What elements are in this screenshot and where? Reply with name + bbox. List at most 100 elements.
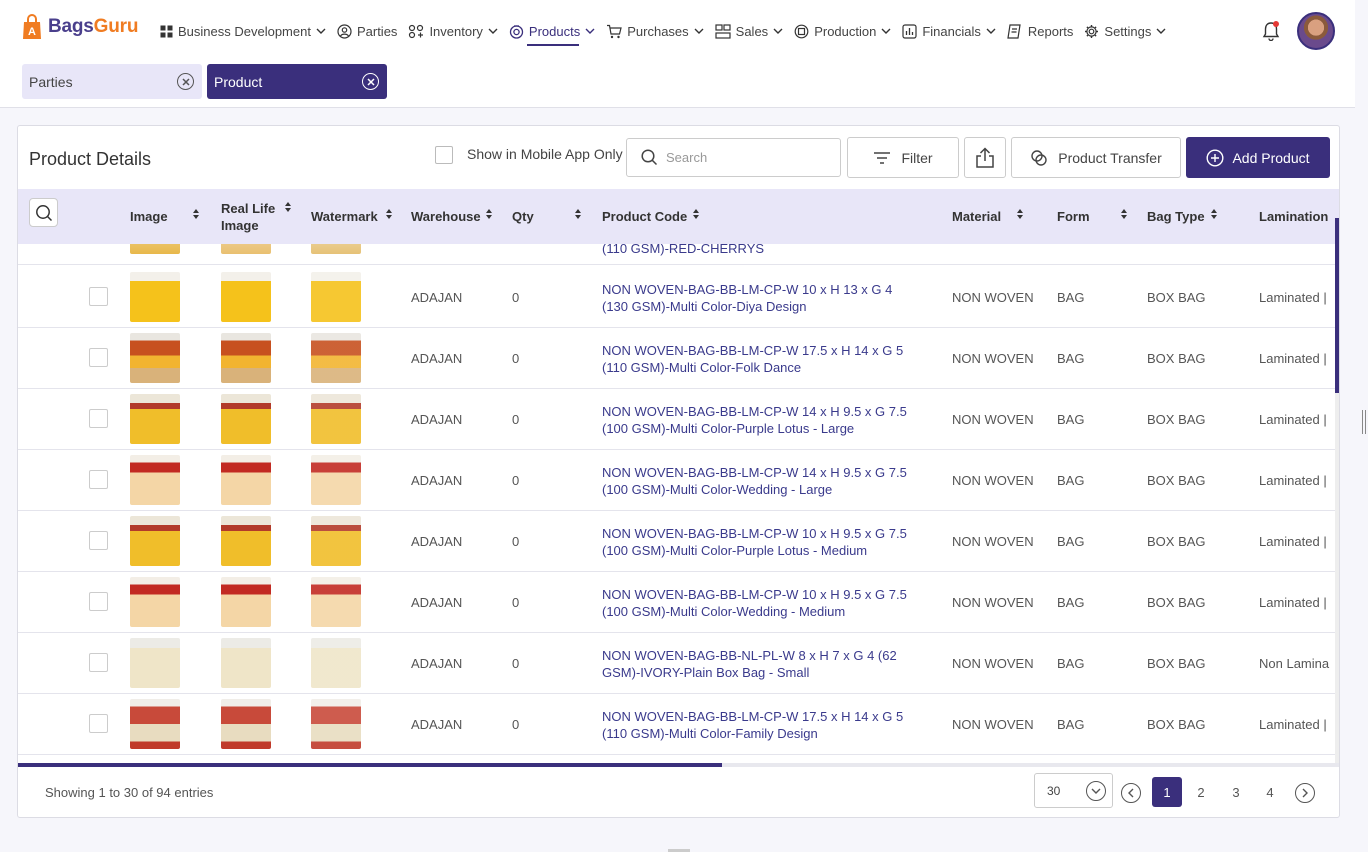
- column-header-image[interactable]: Image: [130, 189, 199, 244]
- column-header-product-code[interactable]: Product Code: [602, 189, 699, 244]
- watermark-image[interactable]: [311, 638, 361, 688]
- user-avatar[interactable]: [1297, 12, 1335, 50]
- row-checkbox[interactable]: [89, 287, 108, 306]
- watermark-image[interactable]: [311, 455, 361, 505]
- product-image[interactable]: [130, 638, 180, 688]
- page-button-2[interactable]: 2: [1186, 777, 1216, 807]
- product-image[interactable]: [130, 272, 180, 322]
- product-image[interactable]: [130, 516, 180, 566]
- column-search-button[interactable]: [29, 198, 58, 227]
- product-code[interactable]: (110 GSM)-RED-CHERRYS: [602, 244, 932, 257]
- table-row[interactable]: ADAJAN 0 NON WOVEN-BAG-BB-LM-CP-W 17.5 x H…: [18, 328, 1335, 389]
- real-life-image[interactable]: [221, 244, 271, 254]
- nav-item-parties[interactable]: Parties: [337, 20, 397, 42]
- product-code-link[interactable]: NON WOVEN-BAG-BB-LM-CP-W 17.5 x H 14 x G…: [602, 342, 932, 376]
- tab-product[interactable]: Product: [207, 64, 387, 99]
- sort-icon[interactable]: [693, 209, 699, 219]
- nav-item-settings[interactable]: Settings: [1084, 20, 1166, 42]
- nav-item-sales[interactable]: Sales: [715, 20, 784, 42]
- watermark-image[interactable]: [311, 516, 361, 566]
- vertical-scrollbar[interactable]: [1335, 218, 1339, 763]
- nav-item-business-development[interactable]: Business Development: [160, 20, 326, 42]
- next-page-button[interactable]: [1295, 783, 1315, 803]
- product-code-link[interactable]: NON WOVEN-BAG-BB-LM-CP-W 14 x H 9.5 x G …: [602, 464, 932, 498]
- product-code-link[interactable]: NON WOVEN-BAG-BB-LM-CP-W 10 x H 9.5 x G …: [602, 586, 932, 620]
- nav-item-production[interactable]: Production: [794, 20, 891, 42]
- watermark-image[interactable]: [311, 699, 361, 749]
- tab-parties[interactable]: Parties: [22, 64, 202, 99]
- real-life-image[interactable]: [221, 577, 271, 627]
- page-button-3[interactable]: 3: [1221, 777, 1251, 807]
- sort-icon[interactable]: [486, 209, 492, 219]
- column-header-real-life-image[interactable]: Real Life Image: [221, 189, 291, 244]
- scrollbar-thumb[interactable]: [1335, 218, 1339, 393]
- real-life-image[interactable]: [221, 638, 271, 688]
- sort-icon[interactable]: [575, 209, 581, 219]
- table-row[interactable]: ADAJAN 0 NON WOVEN-BAG-BB-LM-CP-W 10 x H 1…: [18, 267, 1335, 328]
- product-transfer-button[interactable]: Product Transfer: [1011, 137, 1181, 178]
- product-image[interactable]: [130, 455, 180, 505]
- row-checkbox[interactable]: [89, 409, 108, 428]
- watermark-image[interactable]: [311, 272, 361, 322]
- product-code-link[interactable]: NON WOVEN-BAG-BB-LM-CP-W 10 x H 13 x G 4…: [602, 281, 932, 315]
- page-button-4[interactable]: 4: [1255, 777, 1285, 807]
- column-header-bag-type[interactable]: Bag Type: [1147, 189, 1217, 244]
- column-header-qty[interactable]: Qty: [512, 189, 581, 244]
- product-code-link[interactable]: NON WOVEN-BAG-BB-LM-CP-W 17.5 x H 14 x G…: [602, 708, 932, 742]
- nav-item-inventory[interactable]: Inventory: [408, 20, 498, 42]
- add-product-button[interactable]: Add Product: [1186, 137, 1330, 178]
- column-header-material[interactable]: Material: [952, 189, 1023, 244]
- sort-icon[interactable]: [193, 209, 199, 219]
- product-code-link[interactable]: NON WOVEN-BAG-BB-LM-CP-W 14 x H 9.5 x G …: [602, 403, 932, 437]
- row-checkbox[interactable]: [89, 592, 108, 611]
- export-button[interactable]: [964, 137, 1006, 178]
- per-page-select[interactable]: 30: [1034, 773, 1113, 808]
- column-header-lamination[interactable]: Lamination: [1259, 189, 1328, 244]
- watermark-image[interactable]: [311, 244, 361, 254]
- real-life-image[interactable]: [221, 699, 271, 749]
- product-image[interactable]: [130, 577, 180, 627]
- row-checkbox[interactable]: [89, 470, 108, 489]
- product-code-link[interactable]: NON WOVEN-BAG-BB-LM-CP-W 10 x H 9.5 x G …: [602, 525, 932, 559]
- sort-icon[interactable]: [285, 202, 291, 212]
- product-image[interactable]: [130, 699, 180, 749]
- page-button-1[interactable]: 1: [1152, 777, 1182, 807]
- table-row[interactable]: ADAJAN 0 NON WOVEN-BAG-BB-LM-CP-W 17.5 x H…: [18, 694, 1335, 755]
- real-life-image[interactable]: [221, 272, 271, 322]
- product-image[interactable]: [130, 333, 180, 383]
- prev-page-button[interactable]: [1121, 783, 1141, 803]
- horizontal-scrollbar[interactable]: [18, 763, 1339, 767]
- product-code-link[interactable]: NON WOVEN-BAG-BB-NL-PL-W 8 x H 7 x G 4 (…: [602, 647, 932, 681]
- sort-icon[interactable]: [1121, 209, 1127, 219]
- sort-icon[interactable]: [1211, 209, 1217, 219]
- real-life-image[interactable]: [221, 455, 271, 505]
- mobile-only-checkbox[interactable]: [435, 146, 453, 164]
- sort-icon[interactable]: [386, 209, 392, 219]
- real-life-image[interactable]: [221, 516, 271, 566]
- nav-item-reports[interactable]: Reports: [1007, 20, 1073, 42]
- notification-bell-icon[interactable]: [1262, 21, 1280, 44]
- real-life-image[interactable]: [221, 333, 271, 383]
- row-checkbox[interactable]: [89, 348, 108, 367]
- product-image[interactable]: [130, 244, 180, 254]
- nav-item-products[interactable]: Products: [509, 20, 595, 46]
- product-image[interactable]: [130, 394, 180, 444]
- filter-button[interactable]: Filter: [847, 137, 959, 178]
- table-row[interactable]: ADAJAN 0 NON WOVEN-BAG-BB-LM-CP-W 14 x H 9…: [18, 389, 1335, 450]
- resize-handle[interactable]: [1362, 410, 1366, 434]
- real-life-image[interactable]: [221, 394, 271, 444]
- watermark-image[interactable]: [311, 394, 361, 444]
- nav-item-financials[interactable]: Financials: [902, 20, 996, 42]
- row-checkbox[interactable]: [89, 531, 108, 550]
- table-row-partial[interactable]: (110 GSM)-RED-CHERRYS: [18, 244, 1335, 265]
- nav-item-purchases[interactable]: Purchases: [606, 20, 704, 42]
- scrollbar-thumb[interactable]: [18, 763, 722, 767]
- table-row[interactable]: ADAJAN 0 NON WOVEN-BAG-BB-NL-PL-W 8 x H 7 …: [18, 633, 1335, 694]
- watermark-image[interactable]: [311, 333, 361, 383]
- column-header-watermark[interactable]: Watermark: [311, 189, 392, 244]
- search-input[interactable]: [666, 150, 816, 165]
- table-row[interactable]: ADAJAN 0 NON WOVEN-BAG-BB-LM-CP-W 10 x H 9…: [18, 572, 1335, 633]
- sort-icon[interactable]: [1017, 209, 1023, 219]
- close-icon[interactable]: [177, 73, 194, 90]
- table-row[interactable]: ADAJAN 0 NON WOVEN-BAG-BB-LM-CP-W 10 x H 9…: [18, 511, 1335, 572]
